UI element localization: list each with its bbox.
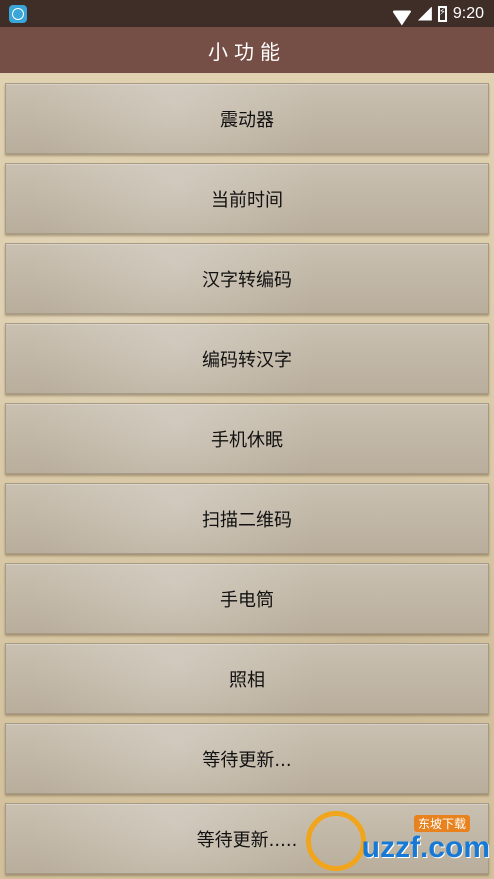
pending-update-button-2[interactable]: 等待更新..... [5,803,489,874]
signal-icon [417,6,432,21]
flashlight-button[interactable]: 手电筒 [5,563,489,634]
status-bar: 9:20 [0,0,494,27]
wifi-icon [392,6,412,22]
pending-update-button[interactable]: 等待更新... [5,723,489,794]
current-time-button[interactable]: 当前时间 [5,163,489,234]
status-icons: 9:20 [392,5,484,23]
app-notification-icon [9,4,27,23]
code-to-chinese-button[interactable]: 编码转汉字 [5,323,489,394]
battery-charging-icon [437,5,447,22]
page-title: 小功能 [0,27,494,73]
vibrator-button[interactable]: 震动器 [5,83,489,154]
main-content: 震动器 当前时间 汉字转编码 编码转汉字 手机休眠 扫描二维码 手电筒 照相 等… [0,73,494,879]
chinese-to-code-button[interactable]: 汉字转编码 [5,243,489,314]
scan-qr-button[interactable]: 扫描二维码 [5,483,489,554]
status-time: 9:20 [452,4,484,22]
phone-sleep-button[interactable]: 手机休眠 [5,403,489,474]
camera-button[interactable]: 照相 [5,643,489,714]
